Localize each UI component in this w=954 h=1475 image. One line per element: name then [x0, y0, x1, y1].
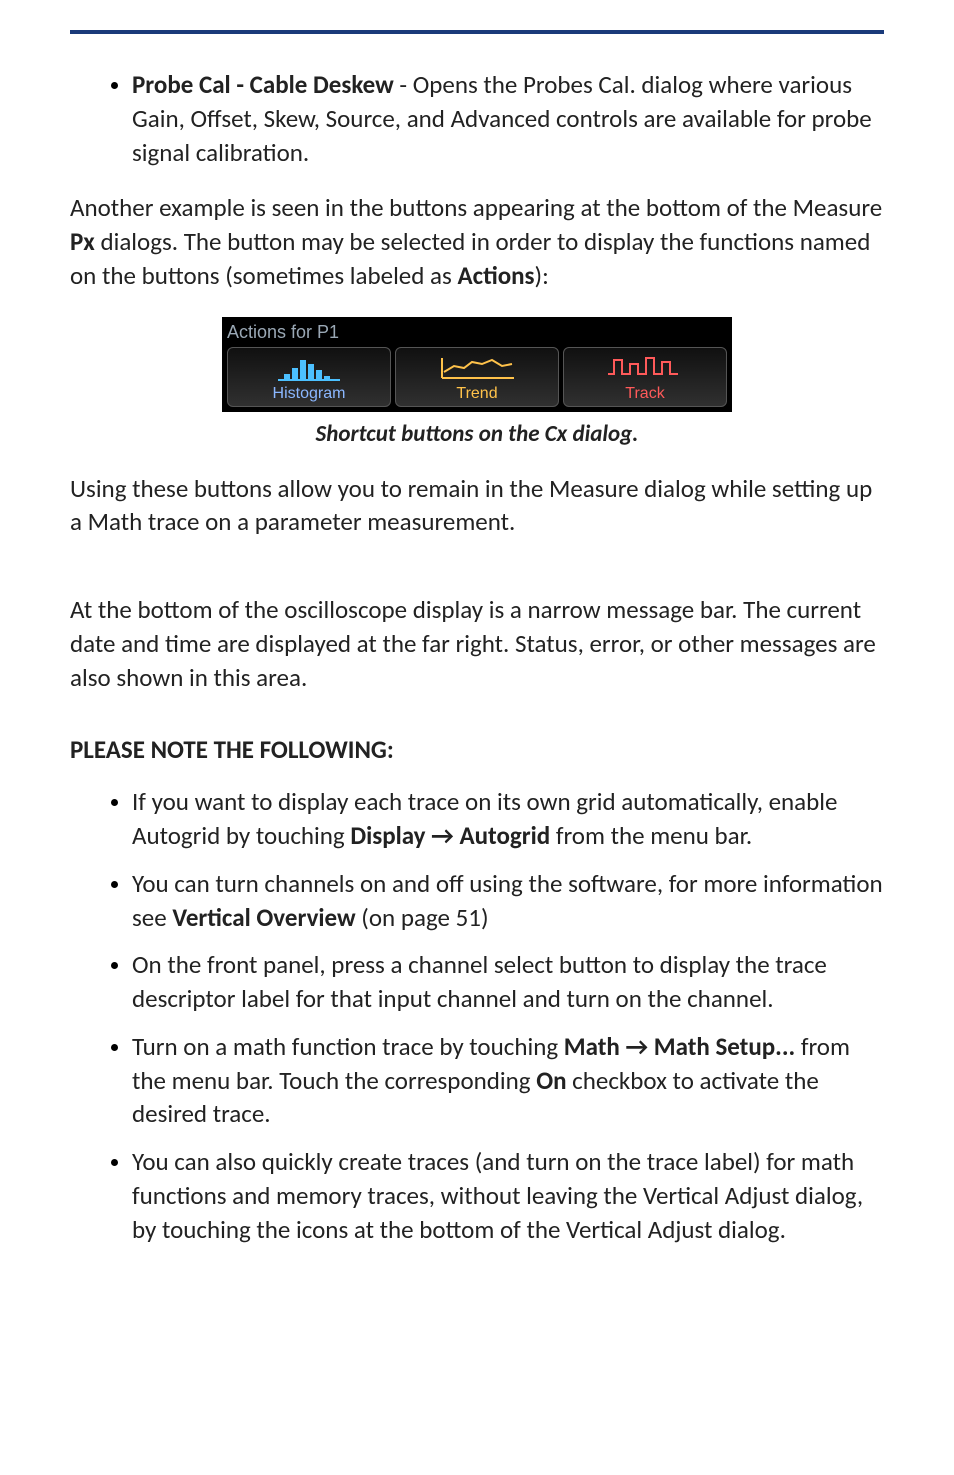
histogram-icon — [228, 350, 390, 386]
trend-label: Trend — [456, 386, 497, 402]
probe-cal-bullet: Probe Cal - Cable Deskew - Opens the Pro… — [132, 68, 884, 169]
actions-button-row: Histogram Trend — [223, 347, 731, 411]
using-buttons-paragraph: Using these buttons allow you to remain … — [70, 472, 884, 540]
note-autogrid: If you want to display each trace on its… — [132, 785, 884, 853]
histogram-button[interactable]: Histogram — [227, 347, 391, 407]
example-text-3: ): — [535, 260, 549, 291]
spacer — [70, 563, 884, 593]
note-channels: You can turn channels on and off using t… — [132, 867, 884, 935]
please-note-heading: PLEASE NOTE THE FOLLOWING: — [70, 734, 884, 765]
trend-button[interactable]: Trend — [395, 347, 559, 407]
document-page: Probe Cal - Cable Deskew - Opens the Pro… — [0, 0, 954, 1475]
note-front-panel: On the front panel, press a channel sele… — [132, 948, 884, 1016]
notes-list: If you want to display each trace on its… — [70, 785, 884, 1246]
please-note-text: PLEASE NOTE THE FOLLOWING — [70, 734, 387, 765]
note2-b: Vertical Overview — [172, 902, 355, 933]
note-quick-create: You can also quickly create traces (and … — [132, 1145, 884, 1246]
track-label: Track — [625, 386, 664, 402]
figure-caption: Shortcut buttons on the Cx dialog. — [70, 420, 884, 448]
probe-cal-bullet-list: Probe Cal - Cable Deskew - Opens the Pro… — [70, 68, 884, 169]
example-text-1: Another example is seen in the buttons a… — [70, 192, 882, 223]
note4-a: Turn on a math function trace by touchin… — [132, 1031, 564, 1062]
note4-d: On — [536, 1065, 566, 1096]
note1-c: from the menu bar. — [550, 820, 752, 851]
example-paragraph: Another example is seen in the buttons a… — [70, 191, 884, 292]
example-px: Px — [70, 226, 95, 257]
actions-panel-title: Actions for P1 — [223, 318, 731, 347]
example-actions: Actions — [457, 260, 534, 291]
track-button[interactable]: Track — [563, 347, 727, 407]
top-divider — [70, 30, 884, 34]
message-bar-paragraph: At the bottom of the oscilloscope displa… — [70, 593, 884, 694]
please-note-colon: : — [387, 734, 394, 765]
note-math-setup: Turn on a math function trace by touchin… — [132, 1030, 884, 1131]
note1-b: Display → Autogrid — [350, 820, 550, 851]
note2-c: (on page 51) — [356, 902, 489, 933]
probe-cal-lead: Probe Cal - Cable Deskew — [132, 69, 394, 100]
histogram-label: Histogram — [273, 386, 346, 402]
track-icon — [564, 350, 726, 386]
actions-figure: Actions for P1 Histo — [70, 317, 884, 412]
trend-icon — [396, 350, 558, 386]
note4-b: Math → Math Setup... — [564, 1031, 795, 1062]
actions-panel: Actions for P1 Histo — [222, 317, 732, 412]
